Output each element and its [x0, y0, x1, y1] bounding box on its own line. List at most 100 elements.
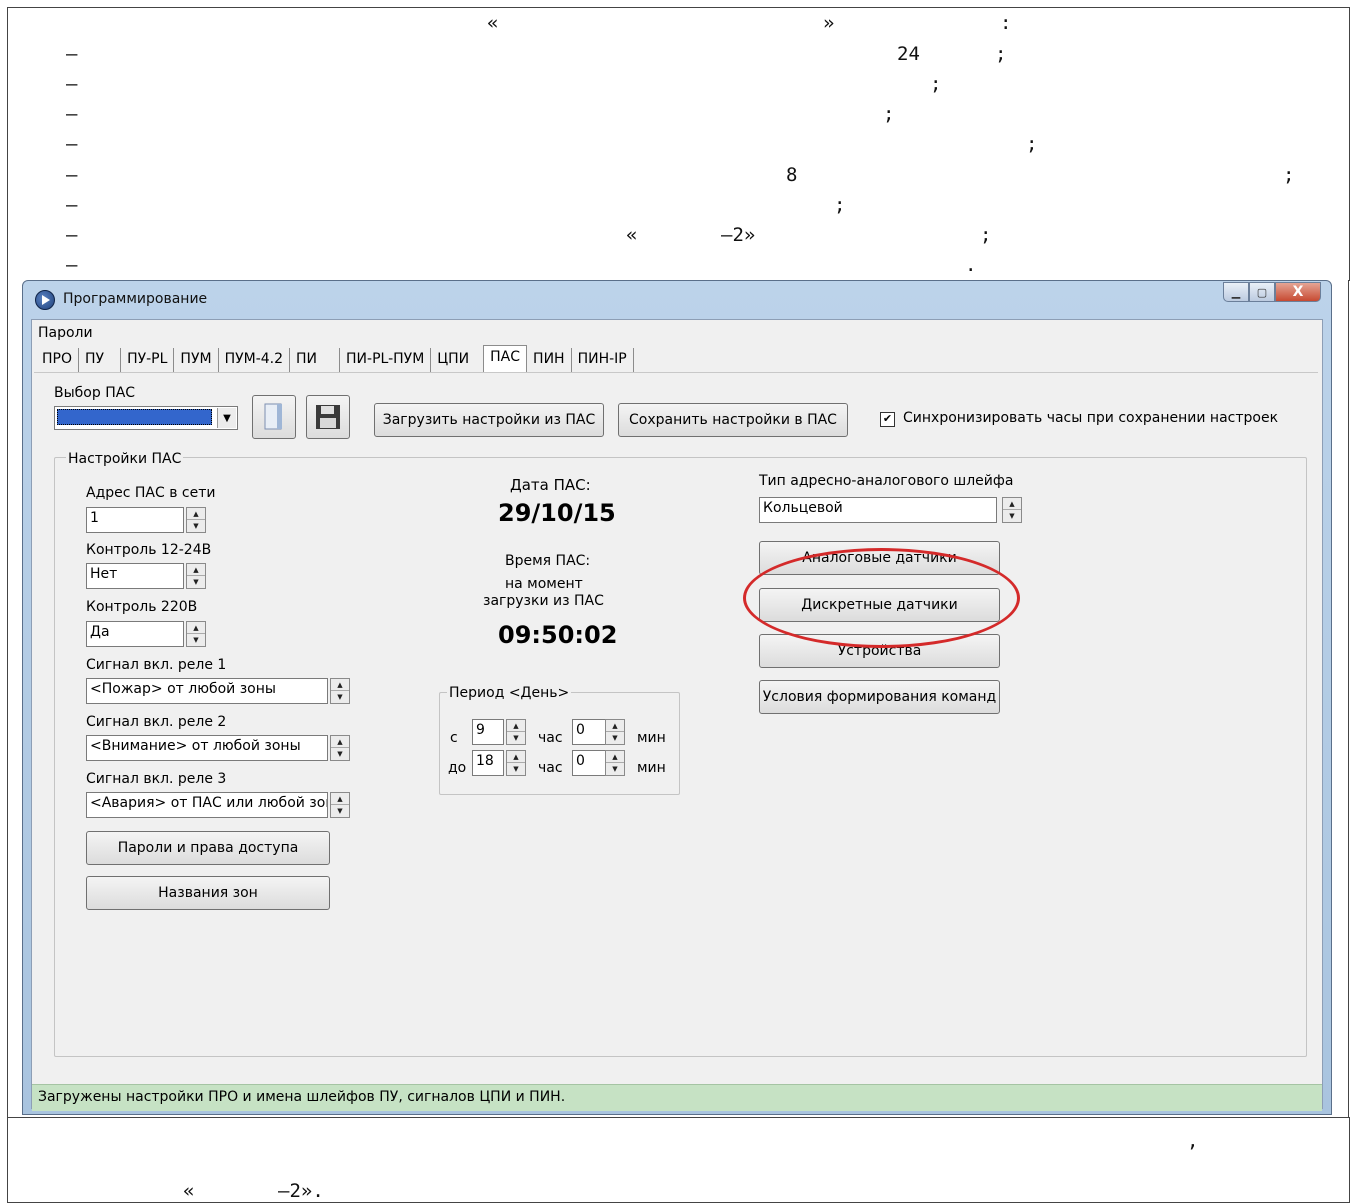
control-1224-input[interactable]: Нет [86, 563, 184, 589]
title-bar[interactable]: Программирование ▁ ▢ X [23, 281, 1331, 319]
tab-pi-pl-pum[interactable]: ПИ-PL-ПУМ [340, 348, 432, 372]
from-min-spinner[interactable]: ▲ ▼ [605, 719, 625, 745]
doc-semicolon: ; [995, 43, 1007, 65]
doc-quote-open: « [626, 224, 638, 246]
doc-dash: – [66, 164, 78, 186]
tab-pro[interactable]: ПРО [36, 348, 79, 372]
spin-up-icon[interactable]: ▲ [331, 736, 349, 748]
doc-dash: – [66, 103, 78, 125]
tab-pas[interactable]: ПАС [483, 345, 528, 373]
spin-up-icon[interactable]: ▲ [187, 508, 205, 520]
tab-pum[interactable]: ПУМ [174, 348, 219, 372]
tab-pin[interactable]: ПИН [527, 348, 572, 372]
doc-semicolon: ; [834, 194, 846, 216]
close-button[interactable]: X [1275, 282, 1321, 302]
app-play-icon [35, 290, 55, 310]
tab-pu[interactable]: ПУ [79, 348, 122, 372]
sync-clock-checkbox[interactable]: ✔ [880, 412, 895, 427]
relay1-spinner[interactable]: ▲ ▼ [330, 678, 350, 704]
open-file-button[interactable] [252, 395, 296, 439]
command-conditions-button[interactable]: Условия формирования команд [759, 680, 1000, 714]
control-220-input[interactable]: Да [86, 621, 184, 647]
status-text: Загружены настройки ПРО и имена шлейфов … [38, 1089, 566, 1105]
tab-pum-42[interactable]: ПУМ-4.2 [219, 348, 291, 372]
spin-down-icon[interactable]: ▼ [331, 748, 349, 760]
relay3-input[interactable]: <Авария> от ПАС или любой зоны [86, 792, 328, 818]
to-hour-spinner[interactable]: ▲ ▼ [506, 750, 526, 776]
load-settings-button[interactable]: Загрузить настройки из ПАС [374, 403, 604, 437]
time-value: 09:50:02 [498, 621, 618, 649]
from-hour-spinner[interactable]: ▲ ▼ [506, 719, 526, 745]
loop-type-input[interactable]: Кольцевой [759, 497, 997, 523]
from-hour-unit: час [538, 730, 563, 746]
tab-pu-pl[interactable]: ПУ-PL [121, 348, 175, 372]
address-spinner[interactable]: ▲ ▼ [186, 507, 206, 533]
floppy-disk-icon [316, 405, 340, 429]
select-pas-dropdown[interactable]: ▼ [54, 406, 238, 430]
programming-window: Программирование ▁ ▢ X Пароли ПРО ПУ ПУ-… [22, 280, 1332, 1115]
save-file-button[interactable] [306, 395, 350, 439]
menu-passwords[interactable]: Пароли [38, 325, 93, 341]
control-1224-label: Контроль 12-24В [86, 542, 212, 558]
address-input[interactable]: 1 [86, 507, 184, 533]
spin-down-icon[interactable]: ▼ [331, 691, 349, 703]
spin-down-icon[interactable]: ▼ [606, 763, 624, 775]
chevron-down-icon[interactable]: ▼ [217, 408, 236, 428]
spin-up-icon[interactable]: ▲ [187, 622, 205, 634]
spin-up-icon[interactable]: ▲ [331, 679, 349, 691]
spin-up-icon[interactable]: ▲ [507, 751, 525, 763]
to-hour-input[interactable]: 18 [472, 750, 504, 776]
spin-down-icon[interactable]: ▼ [1003, 510, 1021, 522]
doc-quote-open: « [183, 1180, 195, 1202]
to-min-spinner[interactable]: ▲ ▼ [605, 750, 625, 776]
select-pas-highlight [57, 409, 212, 425]
document-frame-bottom [7, 1117, 1350, 1203]
tab-pin-ip[interactable]: ПИН-IP [572, 348, 634, 372]
relay1-label: Сигнал вкл. реле 1 [86, 657, 227, 673]
spin-up-icon[interactable]: ▲ [507, 720, 525, 732]
document-frame-right [1348, 280, 1349, 1117]
control-1224-spinner[interactable]: ▲ ▼ [186, 563, 206, 589]
spin-down-icon[interactable]: ▼ [187, 576, 205, 588]
period-title: Период <День> [447, 685, 572, 701]
control-220-label: Контроль 220В [86, 599, 198, 615]
spin-up-icon[interactable]: ▲ [606, 720, 624, 732]
window-title: Программирование [63, 291, 208, 307]
doc-quote-tail: –2» [721, 224, 756, 246]
relay2-spinner[interactable]: ▲ ▼ [330, 735, 350, 761]
doc-quote-tail: –2». [278, 1180, 324, 1202]
doc-semicolon: ; [930, 73, 942, 95]
highlight-oval [743, 548, 1020, 648]
doc-number: 8 [786, 164, 798, 186]
passwords-access-button[interactable]: Пароли и права доступа [86, 831, 330, 865]
spin-up-icon[interactable]: ▲ [187, 564, 205, 576]
doc-semicolon: ; [980, 224, 992, 246]
window-client-area: Пароли ПРО ПУ ПУ-PL ПУМ ПУМ-4.2 ПИ ПИ-PL… [31, 319, 1323, 1111]
relay3-spinner[interactable]: ▲ ▼ [330, 792, 350, 818]
date-label: Дата ПАС: [510, 476, 591, 494]
save-settings-button[interactable]: Сохранить настройки в ПАС [618, 403, 848, 437]
tab-cpi[interactable]: ЦПИ [431, 348, 483, 372]
control-220-spinner[interactable]: ▲ ▼ [186, 621, 206, 647]
minimize-button[interactable]: ▁ [1223, 282, 1249, 302]
maximize-button[interactable]: ▢ [1249, 282, 1275, 302]
doc-comma: , [1187, 1130, 1199, 1152]
spin-down-icon[interactable]: ▼ [606, 732, 624, 744]
tab-pi[interactable]: ПИ [290, 348, 341, 372]
spin-up-icon[interactable]: ▲ [606, 751, 624, 763]
spin-down-icon[interactable]: ▼ [187, 634, 205, 646]
doc-dash: – [66, 194, 78, 216]
loop-type-spinner[interactable]: ▲ ▼ [1002, 497, 1022, 523]
spin-down-icon[interactable]: ▼ [331, 805, 349, 817]
spin-down-icon[interactable]: ▼ [187, 520, 205, 532]
spin-up-icon[interactable]: ▲ [1003, 498, 1021, 510]
from-hour-input[interactable]: 9 [472, 719, 504, 745]
time-label-moment: на момент [505, 576, 583, 592]
relay1-input[interactable]: <Пожар> от любой зоны [86, 678, 328, 704]
spin-down-icon[interactable]: ▼ [507, 732, 525, 744]
spin-up-icon[interactable]: ▲ [331, 793, 349, 805]
zone-names-button[interactable]: Названия зон [86, 876, 330, 910]
spin-down-icon[interactable]: ▼ [507, 763, 525, 775]
relay2-input[interactable]: <Внимание> от любой зоны [86, 735, 328, 761]
doc-dash: – [66, 224, 78, 246]
